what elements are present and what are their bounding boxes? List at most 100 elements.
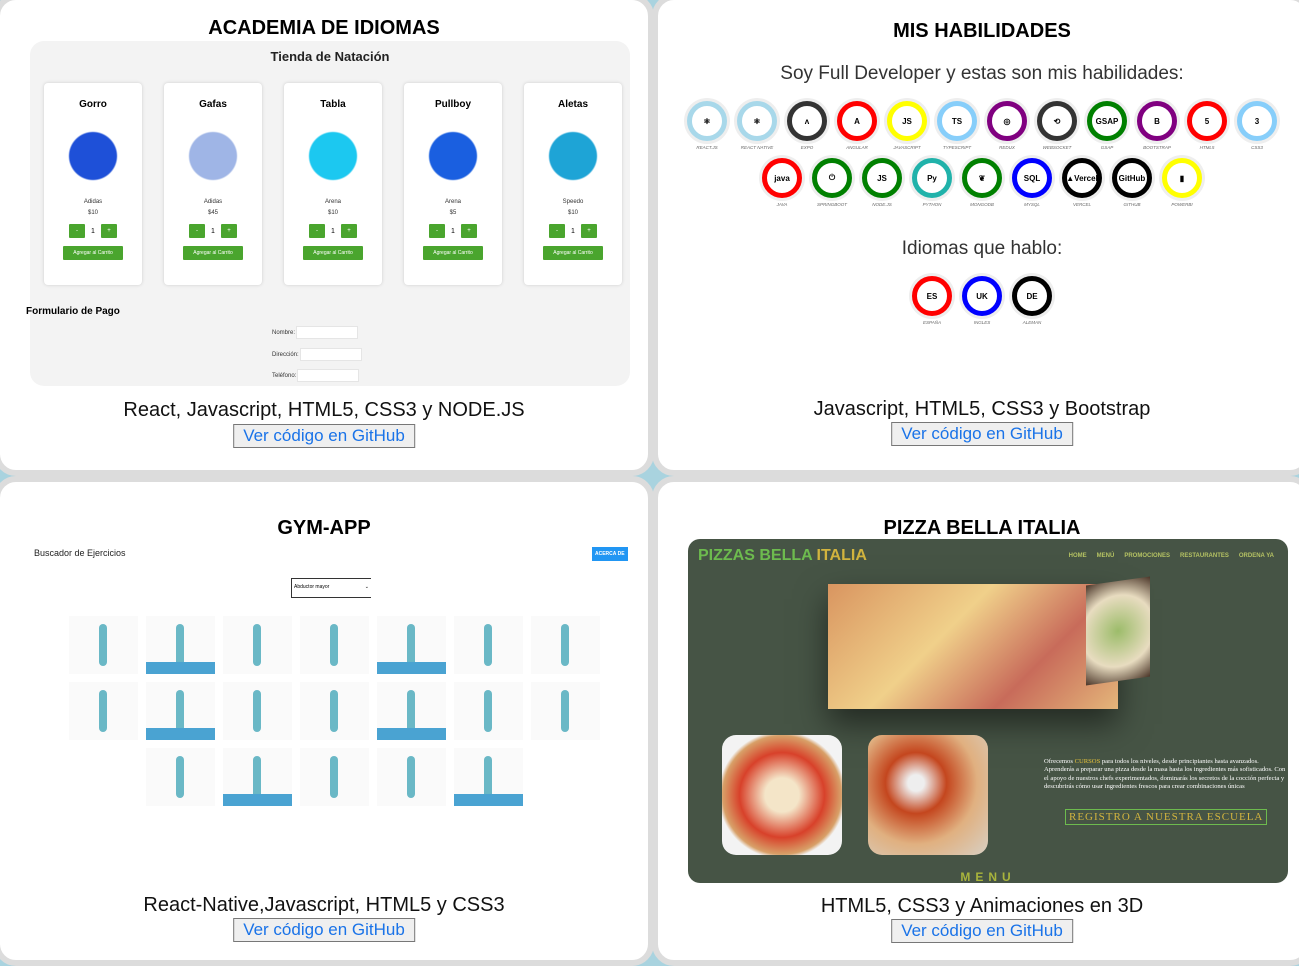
project-title: PIZZA BELLA ITALIA <box>883 517 1081 539</box>
product-card: Tabla Arena $10 -1 + Agregar al Carrito <box>284 83 382 285</box>
skill-label: JAVASCRIPT <box>893 145 921 150</box>
exercise-thumbnail[interactable] <box>530 682 600 740</box>
exercise-thumbnail[interactable] <box>453 616 523 674</box>
skill-label: ANGULAR <box>846 145 868 150</box>
espaa-icon: ES <box>912 276 952 316</box>
decrease-button[interactable]: - <box>309 224 326 238</box>
exercise-thumbnail[interactable] <box>145 682 215 740</box>
product-image <box>178 118 248 194</box>
increase-button[interactable]: + <box>220 224 237 238</box>
name-field[interactable]: Nombre: <box>272 326 359 339</box>
exercise-thumbnail[interactable] <box>145 748 215 806</box>
nav-link[interactable]: ORDENA YA <box>1239 553 1274 559</box>
skill-badge: Py PYTHON <box>910 158 954 207</box>
skill-label: MONGODB <box>970 202 994 207</box>
quantity-value: 1 <box>211 227 215 235</box>
project-tech: React-Native,Javascript, HTML5 y CSS3 <box>143 894 505 916</box>
reactjs-icon: ⚛ <box>687 101 727 141</box>
bootstrap-icon: B <box>1137 101 1177 141</box>
increase-button[interactable]: + <box>340 224 357 238</box>
about-button[interactable]: ACERCA DE <box>592 547 628 561</box>
mysql-icon: SQL <box>1012 158 1052 198</box>
skill-badge: ▲Vercel VERCEL <box>1060 158 1104 207</box>
exercise-thumbnail[interactable] <box>299 682 369 740</box>
skill-label: HTML5 <box>1199 145 1215 150</box>
product-price: $5 <box>449 210 457 216</box>
decrease-button[interactable]: - <box>429 224 446 238</box>
skill-label: WEBSOCKET <box>1042 145 1072 150</box>
add-to-cart-button[interactable]: Agregar al Carrito <box>423 246 483 260</box>
add-to-cart-button[interactable]: Agregar al Carrito <box>183 246 243 260</box>
add-to-cart-button[interactable]: Agregar al Carrito <box>63 246 123 260</box>
skill-badge: ❦ MONGODB <box>960 158 1004 207</box>
skill-badge: ⟲ WEBSOCKET <box>1035 101 1079 150</box>
increase-button[interactable]: + <box>580 224 597 238</box>
phone-field[interactable]: Teléfono: <box>272 369 360 382</box>
skill-badge: GSAP GSAP <box>1085 101 1129 150</box>
quantity-value: 1 <box>571 227 575 235</box>
add-to-cart-button[interactable]: Agregar al Carrito <box>543 246 603 260</box>
exercise-thumbnail[interactable] <box>145 616 215 674</box>
languages-title: Idiomas que hablo: <box>901 238 1063 259</box>
powerbi-icon: ▮ <box>1162 158 1202 198</box>
github-link-button[interactable]: Ver código en GitHub <box>233 424 415 448</box>
product-name: Gorro <box>79 99 107 110</box>
pizza-image <box>868 735 988 855</box>
exercise-thumbnail[interactable] <box>68 616 138 674</box>
vercel-icon: ▲Vercel <box>1062 158 1102 198</box>
register-school-button[interactable]: REGISTRO A NUESTRA ESCUELA <box>1065 809 1268 825</box>
project-preview-shop: Tienda de Natación Gorro Adidas $10 -1 + … <box>26 41 630 386</box>
github-link-button[interactable]: Ver código en GitHub <box>891 919 1073 943</box>
product-name: Pullboy <box>434 99 472 110</box>
exercise-thumbnail[interactable] <box>299 748 369 806</box>
add-to-cart-button[interactable]: Agregar al Carrito <box>303 246 363 260</box>
decrease-button[interactable]: - <box>549 224 566 238</box>
nav-link[interactable]: RESTAURANTES <box>1180 553 1229 559</box>
exercise-thumbnail[interactable] <box>376 682 446 740</box>
exercise-thumbnail[interactable] <box>222 682 292 740</box>
decrease-button[interactable]: - <box>69 224 86 238</box>
exercise-grid <box>64 616 604 814</box>
expo-icon: ʌ <box>787 101 827 141</box>
skill-label: VERCEL <box>1072 202 1091 207</box>
product-brand: Speedo <box>562 199 584 205</box>
exercise-thumbnail[interactable] <box>453 682 523 740</box>
project-tech: HTML5, CSS3 y Animaciones en 3D <box>820 895 1144 917</box>
skill-label: REACT NATIVE <box>740 145 774 150</box>
address-field[interactable]: Dirección: <box>272 348 362 361</box>
muscle-select[interactable]: Abductor mayor ⌄ <box>291 578 371 598</box>
github-link-button[interactable]: Ver código en GitHub <box>891 422 1073 446</box>
exercise-thumbnail[interactable] <box>68 682 138 740</box>
skill-label: TYPESCRIPT <box>942 145 972 150</box>
exercise-thumbnail[interactable] <box>376 616 446 674</box>
exercise-thumbnail[interactable] <box>453 748 523 806</box>
skill-badge: A ANGULAR <box>835 101 879 150</box>
nav-link[interactable]: PROMOCIONES <box>1124 553 1170 559</box>
select-value: Abductor mayor <box>294 584 330 590</box>
pizza-3d-cube-side <box>1086 576 1150 686</box>
exercise-thumbnail[interactable] <box>376 748 446 806</box>
product-brand: Adidas <box>203 199 223 205</box>
decrease-button[interactable]: - <box>189 224 206 238</box>
skill-label: CSS3 <box>1251 145 1263 150</box>
skill-badge: SQL MYSQL <box>1010 158 1054 207</box>
exercise-thumbnail[interactable] <box>222 616 292 674</box>
increase-button[interactable]: + <box>460 224 477 238</box>
product-brand: Arena <box>444 199 461 205</box>
skill-badge: GitHub GITHUB <box>1110 158 1154 207</box>
nav-link[interactable]: HOME <box>1069 553 1087 559</box>
redux-icon: ◎ <box>987 101 1027 141</box>
product-name: Tabla <box>320 99 346 110</box>
nav-link[interactable]: MENÚ <box>1097 553 1115 559</box>
skills-subtitle: Soy Full Developer y estas son mis habil… <box>780 63 1184 84</box>
pizza-logo: PIZZAS BELLA ITALIA <box>698 547 867 564</box>
exercise-thumbnail[interactable] <box>222 748 292 806</box>
increase-button[interactable]: + <box>100 224 117 238</box>
product-image <box>298 118 368 194</box>
exercise-thumbnail[interactable] <box>530 616 600 674</box>
github-link-button[interactable]: Ver código en GitHub <box>233 918 415 942</box>
skill-badge: ⚛ REACT.JS <box>685 101 729 150</box>
languages-row: ES ESPAÑA UK INGLES DE ALEMAN <box>658 276 1299 325</box>
product-card: Aletas Speedo $10 -1 + Agregar al Carrito <box>524 83 622 285</box>
exercise-thumbnail[interactable] <box>299 616 369 674</box>
